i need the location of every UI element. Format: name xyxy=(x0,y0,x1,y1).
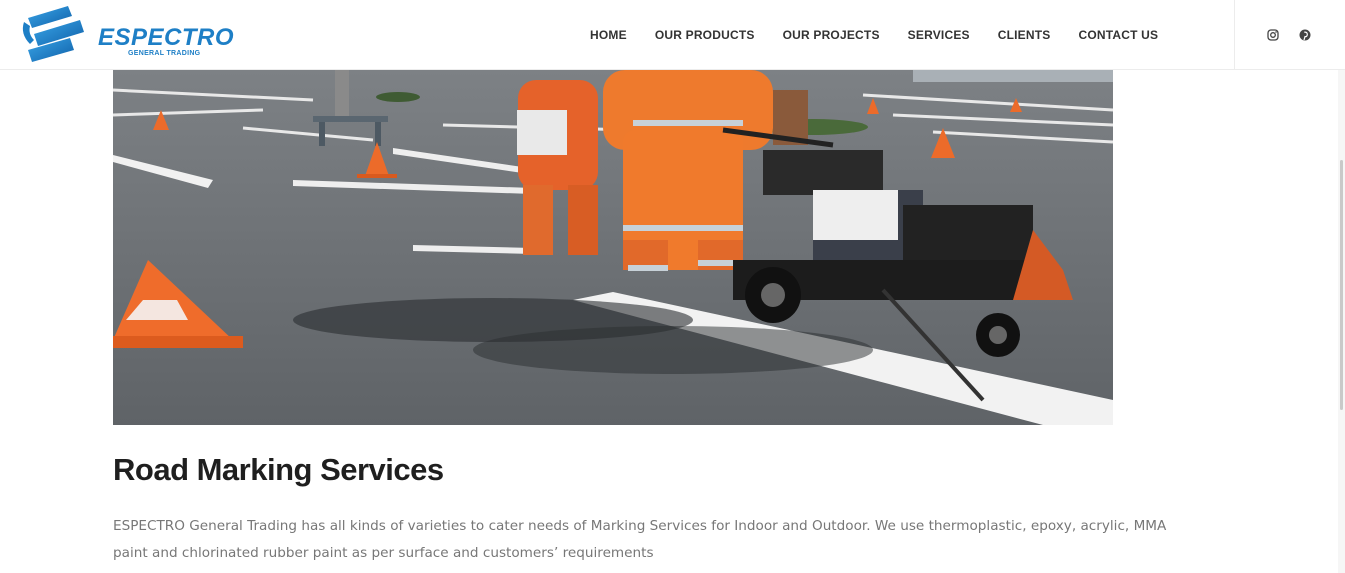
page-scrollbar[interactable] xyxy=(1338,0,1345,573)
social-links xyxy=(1234,0,1345,70)
page-title: Road Marking Services xyxy=(113,452,444,487)
nav-our-projects[interactable]: OUR PROJECTS xyxy=(783,28,880,42)
site-header: ESPECTRO GENERAL TRADING HOME OUR PRODUC… xyxy=(0,0,1345,70)
nav-clients[interactable]: CLIENTS xyxy=(998,28,1051,42)
nav-our-products[interactable]: OUR PRODUCTS xyxy=(655,28,755,42)
scrollbar-thumb[interactable] xyxy=(1340,160,1343,410)
nav-contact-us[interactable]: CONTACT US xyxy=(1078,28,1158,42)
logo-mark-icon xyxy=(22,6,84,62)
logo-tagline: GENERAL TRADING xyxy=(128,50,201,57)
nav-services[interactable]: SERVICES xyxy=(908,28,970,42)
site-logo[interactable]: ESPECTRO GENERAL TRADING xyxy=(20,4,234,66)
road-marking-photo xyxy=(113,70,1113,425)
service-description: ESPECTRO General Trading has all kinds o… xyxy=(113,518,1167,561)
nav-home[interactable]: HOME xyxy=(590,28,627,42)
hero-image xyxy=(113,70,1113,425)
logo-wordmark: ESPECTRO xyxy=(98,24,235,51)
pinterest-icon[interactable] xyxy=(1298,28,1312,42)
main-nav: HOME OUR PRODUCTS OUR PROJECTS SERVICES … xyxy=(576,0,1172,70)
instagram-icon[interactable] xyxy=(1266,28,1280,42)
